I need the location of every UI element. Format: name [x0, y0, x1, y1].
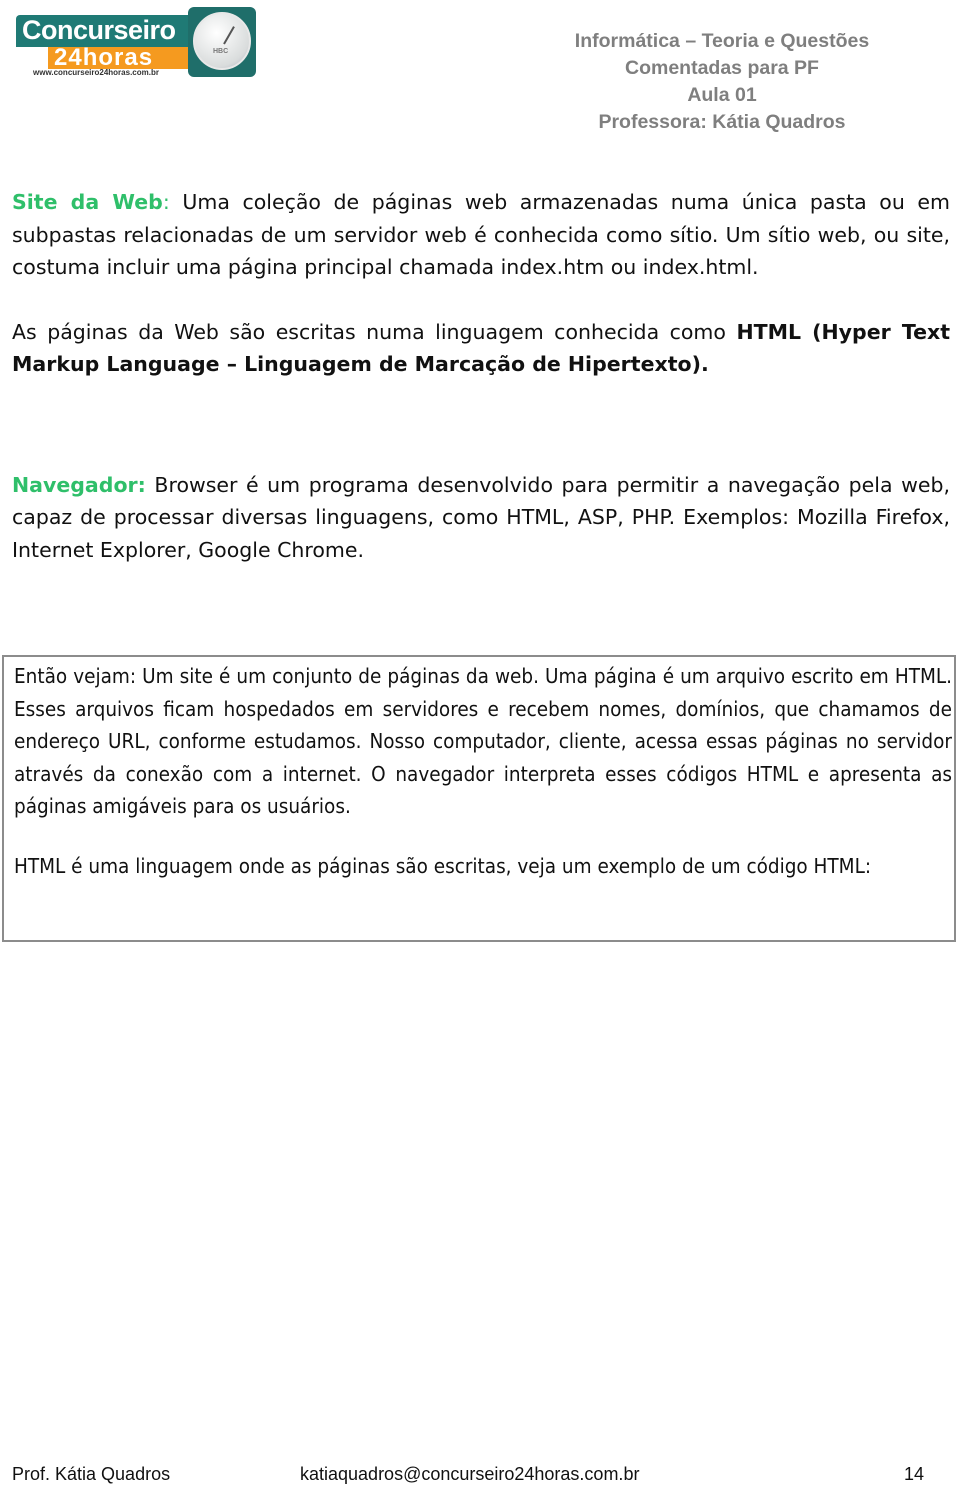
- header-line-3: Aula 01: [687, 84, 757, 106]
- clock-face: HBC: [193, 12, 251, 70]
- navegador-text: Browser é um programa desenvolvido para …: [12, 472, 950, 562]
- box-paragraph-1: Então vejam: Um site é um conjunto de pá…: [14, 664, 952, 818]
- clock-hand: [223, 26, 235, 45]
- summary-box-text: Então vejam: Um site é um conjunto de pá…: [14, 660, 952, 882]
- header-line-1: Informática – Teoria e Questões: [574, 30, 870, 52]
- logo-orange-bar: 24horas: [48, 44, 188, 71]
- paragraph-site-web: Site da Web: Uma coleção de páginas web …: [12, 186, 950, 284]
- clock-icon: HBC: [188, 7, 256, 77]
- html-text: As páginas da Web são escritas numa ling…: [12, 319, 737, 344]
- clock-label: HBC: [213, 48, 229, 55]
- term-site-web: Site da Web: [12, 190, 163, 214]
- summary-box: Então vejam: Um site é um conjunto de pá…: [2, 655, 956, 942]
- concurseiro24horas-logo: Concurseiro 24horas www.concurseiro24hor…: [16, 7, 256, 77]
- page-number: 14: [903, 1464, 924, 1484]
- footer-email: katiaquadros@concurseiro24horas.com.br: [300, 1464, 640, 1484]
- paragraph-html: As páginas da Web são escritas numa ling…: [12, 316, 950, 381]
- document-header: Informática – Teoria e Questões Comentad…: [532, 28, 912, 136]
- term-navegador: Navegador:: [12, 472, 146, 497]
- document-body: Site da Web: Uma coleção de páginas web …: [12, 186, 950, 566]
- box-paragraph-2: HTML é uma linguagem onde as páginas são…: [14, 853, 872, 878]
- paragraph-navegador: Navegador: Browser é um programa desenvo…: [12, 469, 950, 567]
- logo-url: www.concurseiro24horas.com.br: [33, 68, 159, 77]
- footer-author: Prof. Kátia Quadros: [12, 1464, 171, 1484]
- term-colon: :: [162, 190, 170, 214]
- logo-top-bar: Concurseiro: [16, 15, 188, 47]
- header-line-2: Comentadas para PF: [625, 57, 819, 79]
- header-line-4: Professora: Kátia Quadros: [598, 111, 846, 133]
- logo-line1: Concurseiro: [22, 15, 176, 45]
